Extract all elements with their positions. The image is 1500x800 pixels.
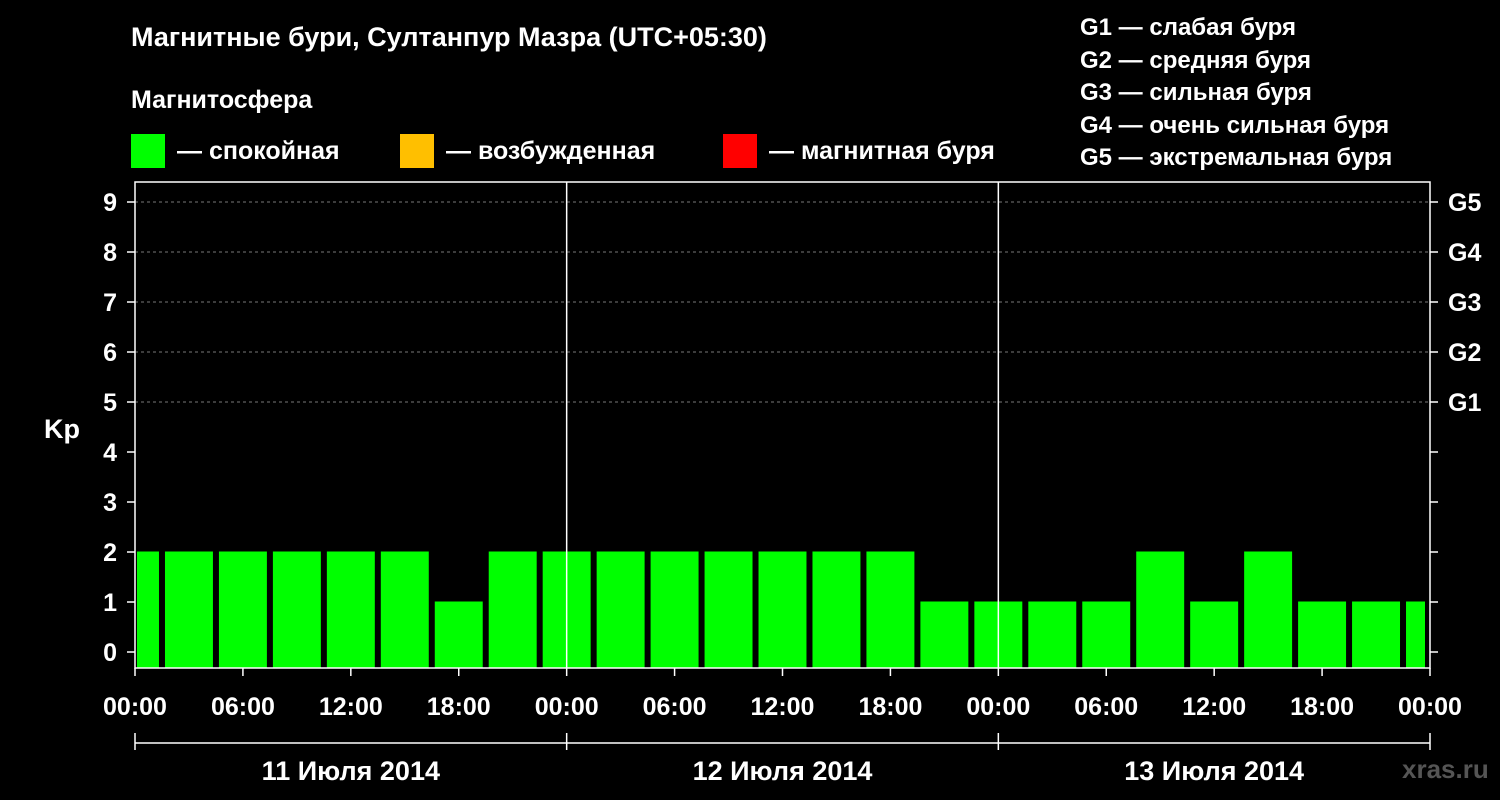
y-tick-label: 5 <box>103 389 117 417</box>
kp-chart: 0 1 2 3 4 5 6 7 8 9 G1 G2 G3 G4 G5 Kp 00:00 06:00 12:00 18:… <box>44 181 1481 786</box>
x-tick-label: 00:00 <box>535 693 599 721</box>
bar <box>1406 601 1425 668</box>
bar <box>1136 551 1185 668</box>
x-tick-label: 06:00 <box>643 693 707 721</box>
y-tick-label: 9 <box>103 189 117 217</box>
bar <box>1190 601 1239 668</box>
x-tick-label: 12:00 <box>751 693 815 721</box>
bar <box>650 551 699 668</box>
y-tick-label: 3 <box>103 489 117 517</box>
bar <box>704 551 753 668</box>
bar <box>434 601 483 668</box>
storm-level-axis-label: G4 <box>1448 239 1481 267</box>
day-label: 11 Июля 2014 <box>262 756 440 786</box>
watermark: xras.ru <box>1402 754 1489 784</box>
bar <box>164 551 213 668</box>
bar <box>380 551 429 668</box>
x-tick-label: 12:00 <box>1182 693 1246 721</box>
bar <box>218 551 267 668</box>
day-label: 12 Июля 2014 <box>693 756 873 786</box>
x-tick-label: 18:00 <box>858 693 922 721</box>
bar <box>1352 601 1401 668</box>
storm-level-axis-label: G2 <box>1448 339 1481 367</box>
x-tick-label: 18:00 <box>427 693 491 721</box>
y-tick-label: 8 <box>103 239 117 267</box>
x-tick-label: 18:00 <box>1290 693 1354 721</box>
y-tick-label: 7 <box>103 289 117 317</box>
y-tick-label: 2 <box>103 539 117 567</box>
y-tick-label: 4 <box>103 439 117 467</box>
bar <box>1028 601 1077 668</box>
bar <box>1082 601 1131 668</box>
x-tick-label: 00:00 <box>1398 693 1462 721</box>
storm-level-axis-label: G1 <box>1448 389 1481 417</box>
bar <box>812 551 861 668</box>
x-tick-label: 00:00 <box>103 693 167 721</box>
y-tick-label: 1 <box>103 589 117 617</box>
bar <box>1244 551 1293 668</box>
y-axis-label: Kp <box>44 414 80 444</box>
bar <box>488 551 537 668</box>
bar <box>866 551 915 668</box>
x-tick-label: 12:00 <box>319 693 383 721</box>
bar <box>137 551 159 668</box>
bar <box>1298 601 1347 668</box>
x-tick-label: 06:00 <box>211 693 275 721</box>
y-tick-label: 0 <box>103 639 117 667</box>
day-label: 13 Июля 2014 <box>1124 756 1304 786</box>
x-tick-label: 06:00 <box>1074 693 1138 721</box>
storm-level-axis-label: G5 <box>1448 189 1481 217</box>
bar <box>272 551 321 668</box>
bar <box>920 601 969 668</box>
bar <box>758 551 807 668</box>
y-tick-label: 6 <box>103 339 117 367</box>
bar <box>326 551 375 668</box>
x-tick-label: 00:00 <box>966 693 1030 721</box>
bar <box>596 551 645 668</box>
storm-level-axis-label: G3 <box>1448 289 1481 317</box>
